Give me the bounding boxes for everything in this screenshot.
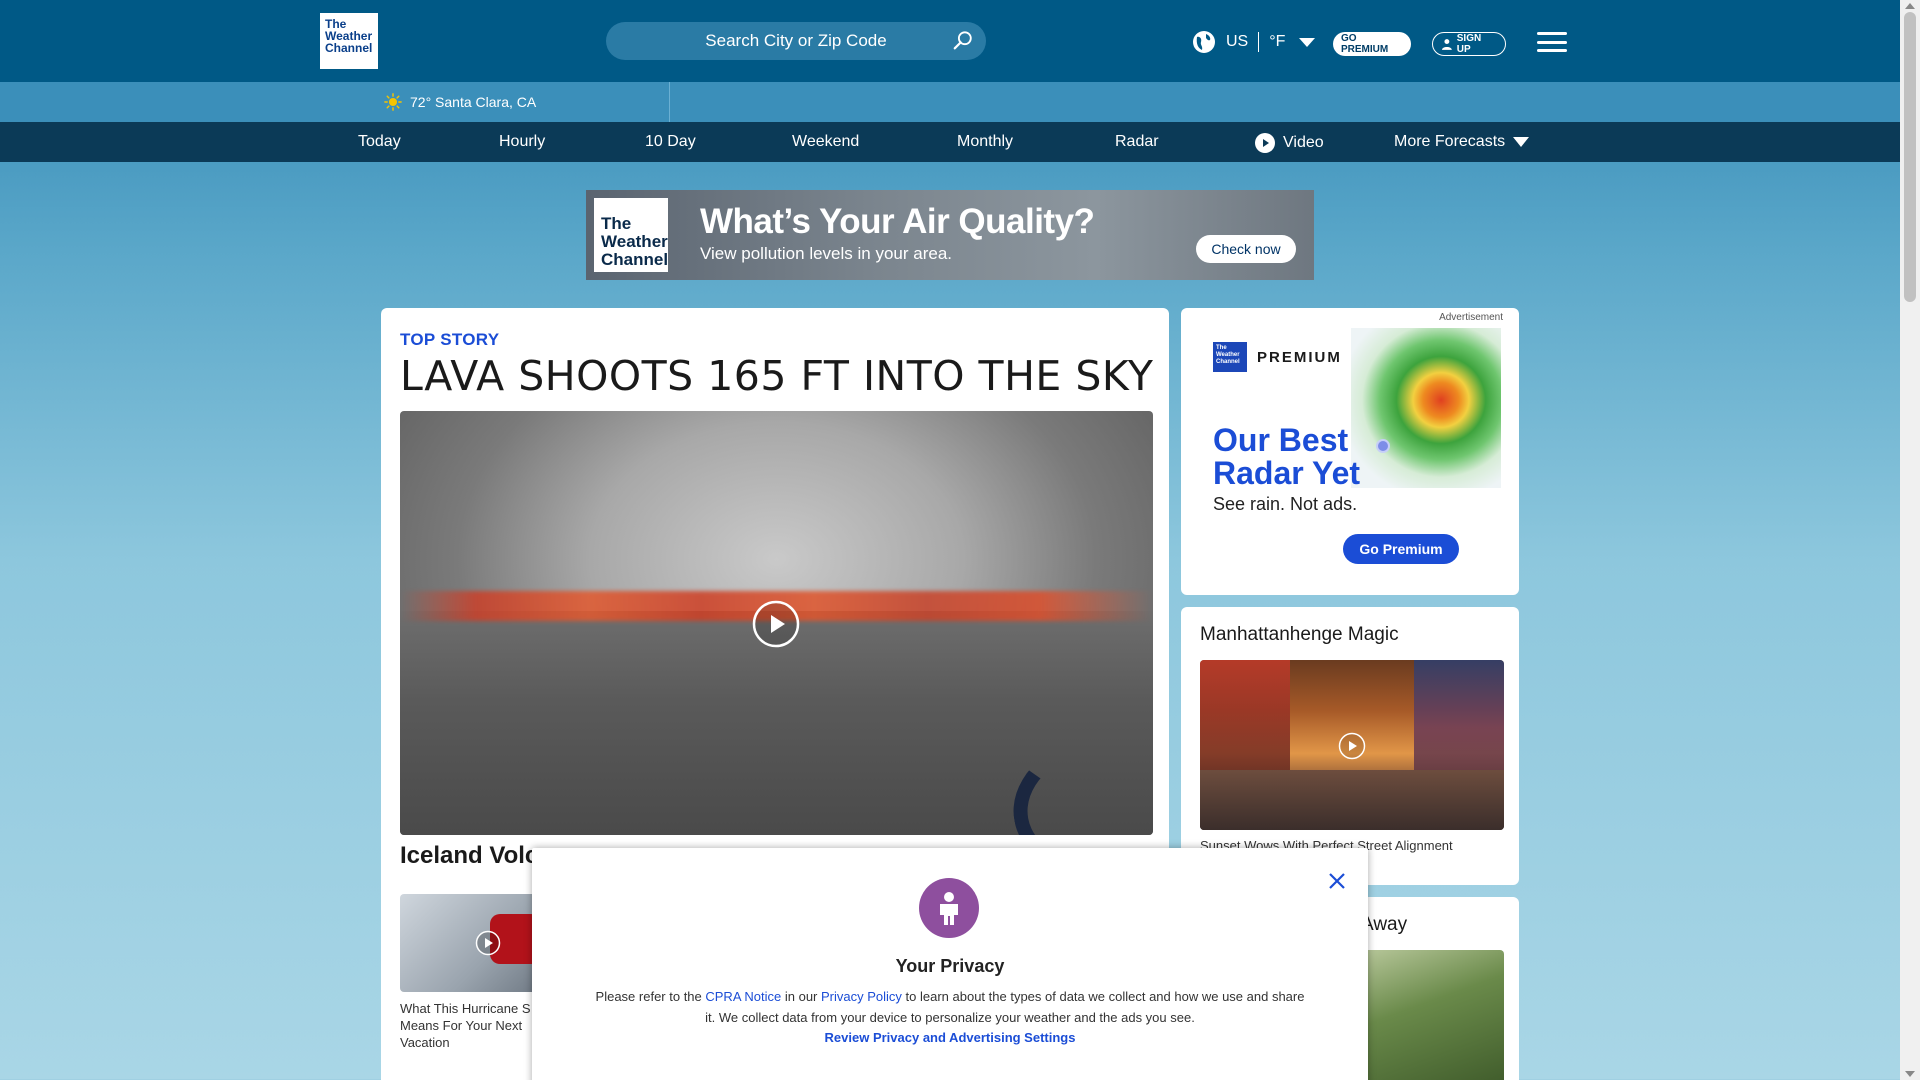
banner-logo: The Weather Channel bbox=[594, 198, 668, 272]
search-input[interactable]: Search City or Zip Code bbox=[606, 22, 986, 60]
premium-ad[interactable]: The Weather Channel PREMIUM Our Best Rad… bbox=[1201, 328, 1501, 578]
nav-monthly[interactable]: Monthly bbox=[957, 133, 1013, 151]
caret-down-icon bbox=[1513, 137, 1530, 147]
privacy-person-icon bbox=[919, 878, 979, 938]
go-premium-label: GO PREMIUM bbox=[1341, 33, 1389, 55]
nav-more-forecasts-label: More Forecasts bbox=[1394, 133, 1506, 150]
top-story-label: TOP STORY bbox=[400, 330, 500, 349]
play-circle-icon bbox=[1255, 133, 1275, 153]
privacy-policy-link[interactable]: Privacy Policy bbox=[821, 989, 902, 1004]
story-thumbnail[interactable] bbox=[400, 894, 550, 992]
review-privacy-settings-link[interactable]: Review Privacy and Advertising Settings bbox=[532, 1030, 1368, 1045]
nav-hourly-label: Hourly bbox=[499, 133, 546, 150]
banner-subtitle: View pollution levels in your area. bbox=[700, 244, 952, 263]
top-header: The Weather Channel Search City or Zip C… bbox=[0, 0, 1900, 82]
check-now-button[interactable]: Check now bbox=[1196, 235, 1296, 263]
page-scrollbar[interactable] bbox=[1900, 0, 1920, 1080]
search-icon[interactable] bbox=[952, 30, 974, 52]
chevron-down-icon bbox=[1299, 37, 1316, 47]
current-location[interactable]: 72° Santa Clara, CA bbox=[384, 93, 536, 111]
nav-weekend[interactable]: Weekend bbox=[792, 133, 859, 151]
scrollbar-thumb[interactable] bbox=[1904, 12, 1916, 302]
privacy-text: Please refer to the CPRA Notice in our P… bbox=[592, 986, 1308, 1028]
privacy-text-pre: Please refer to the bbox=[595, 989, 706, 1004]
nav-today-label: Today bbox=[358, 133, 401, 150]
go-premium-button[interactable]: GO PREMIUM bbox=[1333, 32, 1411, 56]
nav-weekend-label: Weekend bbox=[792, 133, 860, 150]
nav-radar-label: Radar bbox=[1115, 133, 1159, 150]
premium-ad-title: Our Best Radar Yet bbox=[1213, 422, 1361, 491]
search-placeholder: Search City or Zip Code bbox=[705, 31, 887, 50]
go-premium-ad-button[interactable]: Go Premium bbox=[1343, 534, 1459, 564]
privacy-dialog: Your Privacy Please refer to the CPRA No… bbox=[532, 848, 1368, 1080]
nav-monthly-label: Monthly bbox=[957, 133, 1014, 150]
privacy-text-mid: in our bbox=[781, 989, 821, 1004]
location-divider bbox=[669, 82, 670, 122]
advertisement-label: Advertisement bbox=[1439, 312, 1503, 323]
logo-text: The Weather Channel bbox=[325, 17, 373, 55]
image-crowd bbox=[1200, 770, 1504, 830]
sign-up-label: SIGN UP bbox=[1456, 33, 1482, 55]
side-story-card: Manhattanhenge Magic Sunset Wows With Pe… bbox=[1181, 607, 1519, 885]
premium-ad-card: Advertisement The Weather Channel PREMIU… bbox=[1181, 308, 1519, 595]
side-story-video[interactable] bbox=[1200, 660, 1504, 830]
location-bar: 72° Santa Clara, CA bbox=[0, 82, 1900, 122]
region-separator bbox=[1258, 32, 1260, 52]
close-icon[interactable] bbox=[1328, 872, 1346, 890]
play-icon[interactable] bbox=[475, 930, 501, 956]
sign-up-button[interactable]: SIGN UP bbox=[1432, 32, 1506, 56]
premium-ad-subtitle: See rain. Not ads. bbox=[1213, 494, 1358, 514]
banner-title: What’s Your Air Quality? bbox=[700, 202, 1095, 241]
user-icon bbox=[1441, 39, 1452, 50]
weather-channel-logo[interactable]: The Weather Channel bbox=[320, 13, 378, 69]
nav-10-day[interactable]: 10 Day bbox=[645, 133, 696, 151]
top-story-video[interactable] bbox=[400, 411, 1153, 835]
nav-video[interactable]: Video bbox=[1255, 133, 1324, 153]
nav-today[interactable]: Today bbox=[358, 133, 401, 151]
top-story-headline[interactable]: LAVA SHOOTS 165 FT INTO THE SKY bbox=[400, 352, 1153, 400]
play-icon[interactable] bbox=[752, 600, 800, 648]
premium-ad-logo: The Weather Channel bbox=[1213, 342, 1247, 372]
nav-radar[interactable]: Radar bbox=[1115, 133, 1159, 151]
nav-more-forecasts[interactable]: More Forecasts bbox=[1394, 133, 1530, 151]
sun-icon bbox=[384, 93, 402, 111]
air-quality-banner-ad[interactable]: The Weather Channel What’s Your Air Qual… bbox=[586, 190, 1314, 280]
scroll-down-icon[interactable] bbox=[1905, 1071, 1915, 1077]
region-label: US bbox=[1226, 33, 1249, 50]
nav-10-day-label: 10 Day bbox=[645, 133, 696, 150]
scroll-up-icon[interactable] bbox=[1905, 3, 1915, 9]
current-location-label: 72° Santa Clara, CA bbox=[410, 94, 537, 110]
cpra-notice-link[interactable]: CPRA Notice bbox=[705, 989, 781, 1004]
side-story-title[interactable]: Manhattanhenge Magic bbox=[1200, 624, 1399, 646]
units-label: °F bbox=[1269, 33, 1286, 50]
menu-icon[interactable] bbox=[1537, 32, 1567, 52]
region-unit-selector[interactable]: US °F bbox=[1192, 30, 1316, 54]
play-icon[interactable] bbox=[1338, 732, 1366, 760]
globe-icon bbox=[1193, 31, 1215, 53]
forecast-nav: Today Hourly 10 Day Weekend Monthly Rada… bbox=[0, 122, 1900, 162]
side-story-2-image[interactable] bbox=[1361, 950, 1504, 1080]
privacy-title: Your Privacy bbox=[895, 956, 1005, 976]
story-subhead[interactable]: Iceland Volc bbox=[400, 842, 538, 870]
nav-video-label: Video bbox=[1283, 134, 1324, 151]
premium-word: PREMIUM bbox=[1257, 349, 1342, 366]
nav-hourly[interactable]: Hourly bbox=[499, 133, 545, 151]
